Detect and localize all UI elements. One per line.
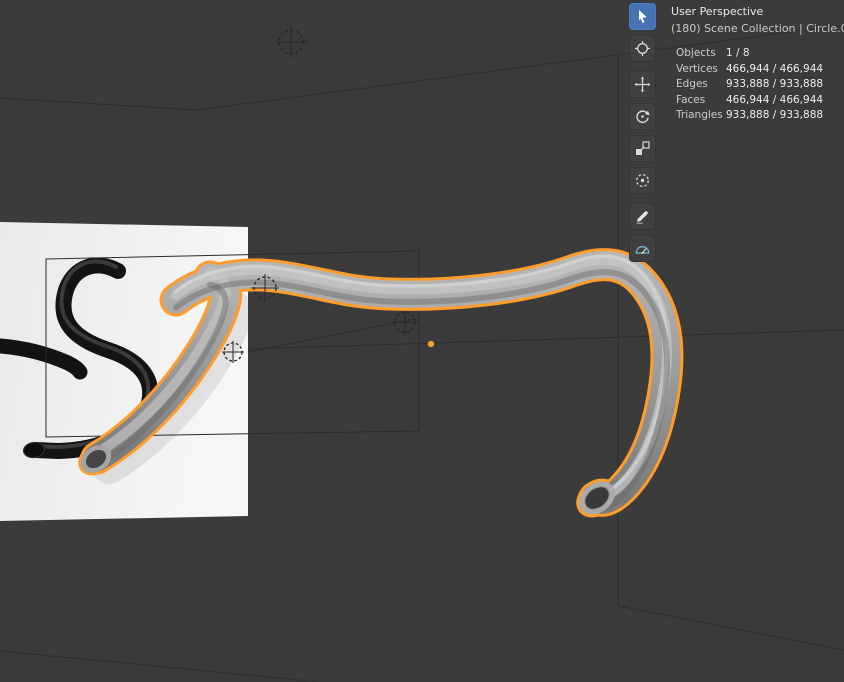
stat-row-vertices: Vertices 466,944 / 466,944 <box>676 62 823 78</box>
stat-label: Edges <box>676 77 726 93</box>
stat-row-edges: Edges 933,888 / 933,888 <box>676 77 823 93</box>
object-origin-dot <box>428 341 434 347</box>
tool-move-button[interactable] <box>629 71 656 98</box>
stat-row-triangles: Triangles 933,888 / 933,888 <box>676 108 823 124</box>
stat-label: Faces <box>676 93 726 109</box>
rotate-arrow-icon <box>634 108 651 125</box>
scene-statistics: Objects 1 / 8 Vertices 466,944 / 466,944… <box>676 46 823 124</box>
crosshair-circle-icon <box>634 40 651 57</box>
stat-row-objects: Objects 1 / 8 <box>676 46 823 62</box>
annotate-pen-icon <box>634 208 651 225</box>
tool-rotate-button[interactable] <box>629 103 656 130</box>
view-perspective-label: User Perspective <box>671 4 844 21</box>
stat-value: 933,888 / 933,888 <box>726 108 823 124</box>
tool-cursor-button[interactable] <box>629 35 656 62</box>
transform-gizmo-icon <box>634 172 651 189</box>
active-collection-label: (180) Scene Collection | Circle.004 <box>671 21 844 38</box>
stat-value: 466,944 / 466,944 <box>726 62 823 78</box>
scale-squares-icon <box>634 140 651 157</box>
tool-scale-button[interactable] <box>629 135 656 162</box>
tool-transform-button[interactable] <box>629 167 656 194</box>
tool-tweak-select-button[interactable] <box>629 3 656 30</box>
stat-value: 1 / 8 <box>726 46 750 62</box>
stat-value: 466,944 / 466,944 <box>726 93 823 109</box>
stat-label: Objects <box>676 46 726 62</box>
cursor-arrow-icon <box>634 8 651 25</box>
stat-value: 933,888 / 933,888 <box>726 77 823 93</box>
stat-label: Vertices <box>676 62 726 78</box>
measure-protractor-icon <box>634 240 651 257</box>
blender-3d-viewport: { "header": { "view_label": "User Perspe… <box>0 0 844 682</box>
viewport-header: User Perspective (180) Scene Collection … <box>671 4 844 37</box>
tool-measure-button[interactable] <box>629 235 656 262</box>
tool-annotate-button[interactable] <box>629 203 656 230</box>
stat-row-faces: Faces 466,944 / 466,944 <box>676 93 823 109</box>
stat-label: Triangles <box>676 108 726 124</box>
tool-toolbar <box>629 3 656 262</box>
move-arrows-icon <box>634 76 651 93</box>
